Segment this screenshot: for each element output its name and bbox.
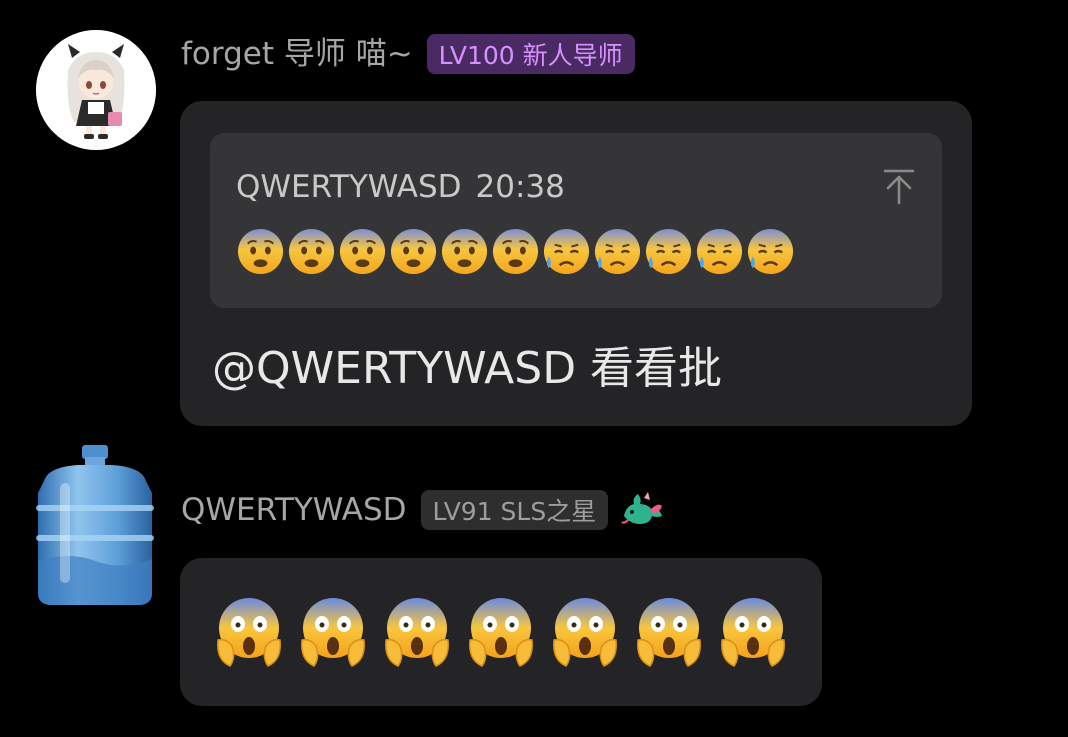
fearful-face-icon — [441, 228, 488, 275]
quoted-emoji-row — [236, 227, 795, 276]
anxious-face-with-sweat-icon — [645, 228, 692, 275]
chat-view: forget 导师 喵~ LV100 新人导师 QWERTYWASD 20:38 — [0, 0, 1068, 737]
username[interactable]: forget 导师 喵~ — [181, 32, 413, 76]
face-screaming-in-fear-icon — [217, 598, 281, 667]
face-screaming-in-fear-icon — [301, 598, 365, 667]
level-badge: LV91 SLS之星 — [420, 490, 609, 530]
face-screaming-in-fear-icon — [637, 598, 701, 667]
quoted-message-header: QWERTYWASD 20:38 — [236, 165, 565, 209]
face-screaming-in-fear-icon — [721, 598, 785, 667]
avatar-forget[interactable] — [36, 30, 156, 150]
fearful-face-icon — [288, 228, 335, 275]
anxious-face-with-sweat-icon — [594, 228, 641, 275]
jump-to-message-icon[interactable] — [882, 167, 916, 207]
avatar-qwertywasd[interactable] — [30, 443, 160, 608]
face-screaming-in-fear-icon — [469, 598, 533, 667]
anxious-face-with-sweat-icon — [543, 228, 590, 275]
water-jug-avatar-icon — [36, 445, 154, 605]
level-badge: LV100 新人导师 — [426, 34, 635, 74]
username[interactable]: QWERTYWASD — [181, 488, 407, 532]
quoted-message[interactable]: QWERTYWASD 20:38 — [210, 133, 942, 308]
message-bubble[interactable] — [180, 558, 822, 706]
fearful-face-icon — [237, 228, 284, 275]
anxious-face-with-sweat-icon — [696, 228, 743, 275]
quoted-time: 20:38 — [475, 169, 565, 205]
anime-girl-avatar-icon — [36, 30, 156, 150]
message-header: QWERTYWASD LV91 SLS之星 — [181, 488, 664, 532]
dragon-icon — [621, 492, 663, 524]
anxious-face-with-sweat-icon — [747, 228, 794, 275]
fearful-face-icon — [339, 228, 386, 275]
emoji-row — [214, 596, 788, 670]
face-screaming-in-fear-icon — [385, 598, 449, 667]
face-screaming-in-fear-icon — [553, 598, 617, 667]
message-text: @QWERTYWASD 看看批 — [212, 343, 723, 394]
fearful-face-icon — [492, 228, 539, 275]
quoted-sender: QWERTYWASD — [236, 169, 462, 205]
message-bubble[interactable]: QWERTYWASD 20:38 @QWERTYWASD 看看批 — [180, 101, 972, 426]
fearful-face-icon — [390, 228, 437, 275]
message-header: forget 导师 喵~ LV100 新人导师 — [181, 32, 635, 76]
